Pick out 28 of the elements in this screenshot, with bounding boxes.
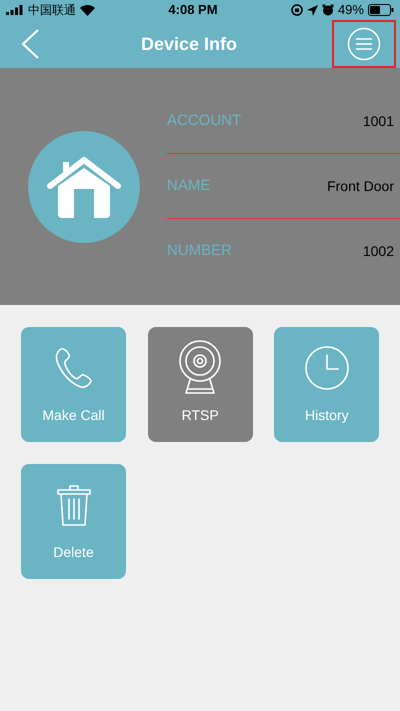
location-icon	[306, 4, 318, 16]
field-label: NAME	[167, 176, 210, 196]
page-title: Device Info	[140, 32, 238, 56]
phone-icon	[52, 346, 94, 390]
action-tile[interactable]: Make Call	[21, 327, 126, 442]
menu-icon	[347, 27, 381, 61]
field-value: 1002	[362, 242, 394, 261]
trash-icon	[56, 483, 92, 527]
back-icon	[20, 29, 40, 59]
rotation-lock-icon	[290, 4, 303, 16]
clock-icon	[304, 345, 350, 391]
house-icon	[46, 156, 122, 218]
webcam-icon	[178, 340, 222, 396]
action-tile[interactable]: RTSP	[148, 327, 253, 442]
field-value: Front Door	[327, 176, 394, 196]
action-tile[interactable]: Delete	[21, 464, 126, 579]
carrier-name: 中国联通	[28, 2, 76, 19]
alarm-icon	[322, 4, 334, 16]
battery-percent: 49%	[338, 1, 364, 20]
signal-icon	[6, 5, 24, 15]
field-label: NUMBER	[167, 241, 232, 262]
wifi-icon	[80, 4, 95, 16]
field-label: ACCOUNT	[167, 110, 242, 131]
status-time: 4:08 PM	[168, 1, 218, 20]
field-value: 1001	[362, 112, 394, 130]
menu-button[interactable]	[332, 20, 396, 68]
battery-icon	[368, 4, 394, 16]
action-tile[interactable]: History	[274, 327, 380, 442]
